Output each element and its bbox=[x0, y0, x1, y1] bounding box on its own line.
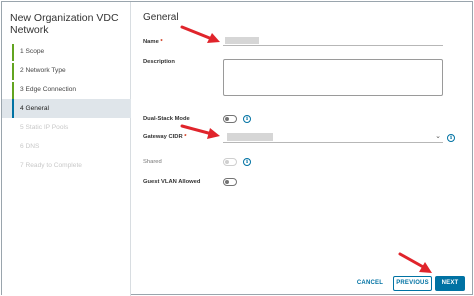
gateway-cidr-value-redacted bbox=[227, 133, 273, 141]
cancel-button[interactable]: CANCEL bbox=[355, 276, 385, 291]
toggle-knob bbox=[225, 117, 229, 121]
annotation-arrow-icon bbox=[398, 252, 432, 273]
dual-stack-toggle[interactable] bbox=[223, 115, 237, 123]
toggle-knob bbox=[225, 180, 229, 184]
description-textarea[interactable] bbox=[223, 59, 443, 96]
guest-vlan-toggle[interactable] bbox=[223, 178, 237, 186]
shared-toggle bbox=[223, 158, 237, 166]
step-dns: 6 DNS bbox=[20, 143, 40, 150]
toggle-knob bbox=[225, 160, 229, 164]
gateway-cidr-select[interactable]: ⌄ bbox=[223, 132, 443, 143]
description-label: Description bbox=[143, 59, 175, 65]
step-general[interactable]: 4 General bbox=[2, 99, 131, 118]
wizard-dialog: New Organization VDC Network 1 Scope 2 N… bbox=[1, 1, 473, 296]
gateway-cidr-label-text: Gateway CIDR bbox=[143, 134, 183, 140]
name-label: Name * bbox=[143, 39, 163, 45]
required-marker: * bbox=[160, 39, 163, 45]
name-input[interactable] bbox=[223, 36, 443, 46]
wizard-title: New Organization VDC Network bbox=[10, 12, 119, 36]
dual-stack-label: Dual-Stack Mode bbox=[143, 116, 190, 122]
step-ready-to-complete: 7 Ready to Complete bbox=[20, 162, 82, 169]
next-button[interactable]: NEXT bbox=[435, 276, 465, 291]
step-edge-connection[interactable]: 3 Edge Connection bbox=[2, 80, 131, 99]
annotation-arrow-icon bbox=[180, 25, 220, 43]
step-network-type[interactable]: 2 Network Type bbox=[2, 61, 131, 80]
dual-stack-info-icon[interactable]: i bbox=[243, 115, 251, 123]
wizard-sidebar: New Organization VDC Network 1 Scope 2 N… bbox=[2, 2, 131, 296]
guest-vlan-label: Guest VLAN Allowed bbox=[143, 179, 201, 185]
name-value-redacted bbox=[225, 37, 259, 44]
name-label-text: Name bbox=[143, 39, 159, 45]
section-title: General bbox=[143, 12, 179, 23]
previous-button[interactable]: PREVIOUS bbox=[393, 276, 432, 291]
shared-info-icon[interactable]: i bbox=[243, 158, 251, 166]
shared-label: Shared bbox=[143, 159, 162, 165]
wizard-steps: 1 Scope 2 Network Type 3 Edge Connection… bbox=[2, 42, 131, 175]
annotation-arrow-icon bbox=[180, 124, 220, 139]
gateway-cidr-info-icon[interactable]: i bbox=[447, 134, 455, 142]
chevron-down-icon: ⌄ bbox=[435, 133, 441, 140]
step-scope[interactable]: 1 Scope bbox=[2, 42, 131, 61]
step-static-ip-pools: 5 Static IP Pools bbox=[20, 124, 69, 131]
